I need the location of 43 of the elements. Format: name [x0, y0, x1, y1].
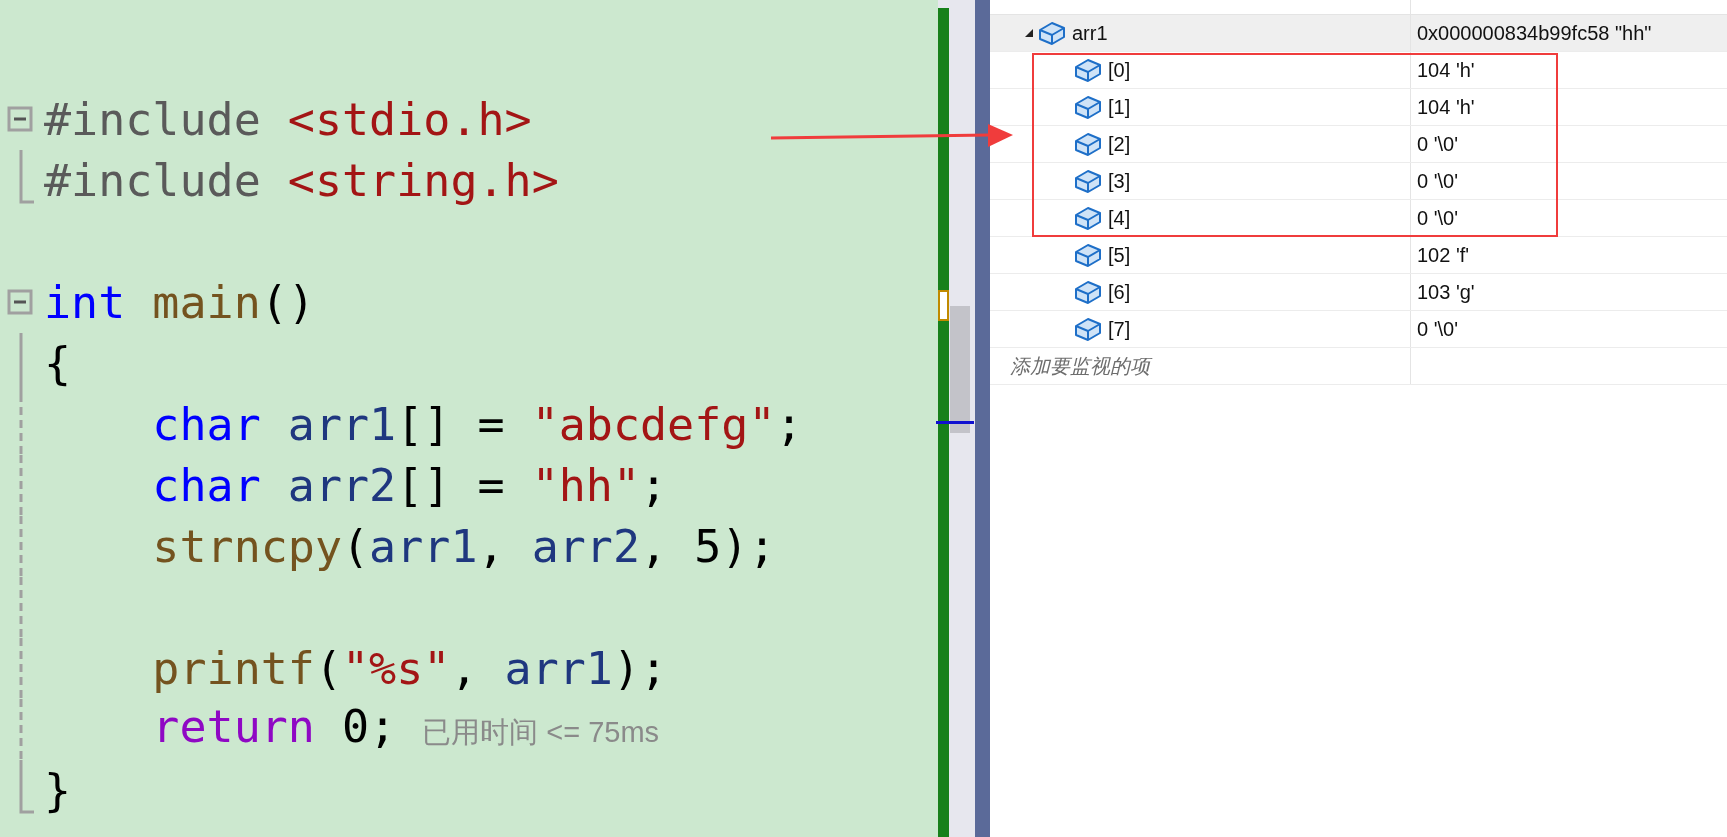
cube-icon: [1074, 316, 1102, 342]
variable-value: 0 '\0': [1417, 169, 1458, 193]
code-line: {: [44, 336, 72, 392]
variable-value: 0 '\0': [1417, 206, 1458, 230]
variable-value: 104 'h': [1417, 95, 1475, 119]
variable-name[interactable]: arr1: [1072, 21, 1108, 45]
cube-icon: [1074, 57, 1102, 83]
code-line: #include <stdio.h>: [44, 92, 532, 148]
variable-value: 104 'h': [1417, 58, 1475, 82]
variable-value: 0 '\0': [1417, 317, 1458, 341]
variable-name[interactable]: [5]: [1108, 243, 1131, 267]
variable-name[interactable]: [1]: [1108, 95, 1131, 119]
cube-icon: [1074, 279, 1102, 305]
code-line: printf("%s", arr1);: [151, 641, 668, 697]
code-line: strncpy(arr1, arr2, 5);: [151, 519, 776, 575]
scroll-thumb[interactable]: [950, 306, 970, 433]
scroll-marker: [938, 290, 949, 321]
code-line: return 0; 已用时间 <= 75ms: [151, 699, 660, 755]
variable-value: 103 'g': [1417, 280, 1475, 304]
variable-value: 0 '\0': [1417, 132, 1458, 156]
variable-value: 0x000000834b99fc58 "hh": [1417, 21, 1652, 45]
cube-icon: [1074, 242, 1102, 268]
collapse-icon[interactable]: [7, 106, 33, 132]
variable-name[interactable]: [7]: [1108, 317, 1131, 341]
cube-icon: [1074, 94, 1102, 120]
variable-name[interactable]: [6]: [1108, 280, 1131, 304]
fold-line: [19, 150, 34, 204]
cube-icon: [1074, 168, 1102, 194]
collapse-icon[interactable]: [7, 289, 33, 315]
variable-name[interactable]: [0]: [1108, 58, 1131, 82]
cube-icon: [1074, 205, 1102, 231]
variable-name[interactable]: [2]: [1108, 132, 1131, 156]
variable-value: 102 'f': [1417, 243, 1470, 267]
code-line: #include <string.h>: [44, 153, 559, 209]
variable-name[interactable]: [4]: [1108, 206, 1131, 230]
cube-icon: [1038, 20, 1066, 46]
cube-icon: [1074, 131, 1102, 157]
caret-marker: [936, 421, 974, 424]
code-line: int main(): [44, 275, 315, 331]
variable-name[interactable]: [3]: [1108, 169, 1131, 193]
code-line: char arr2[] = "hh";: [151, 458, 668, 514]
code-line: char arr1[] = "abcdefg";: [151, 397, 803, 453]
code-line: }: [44, 763, 72, 819]
